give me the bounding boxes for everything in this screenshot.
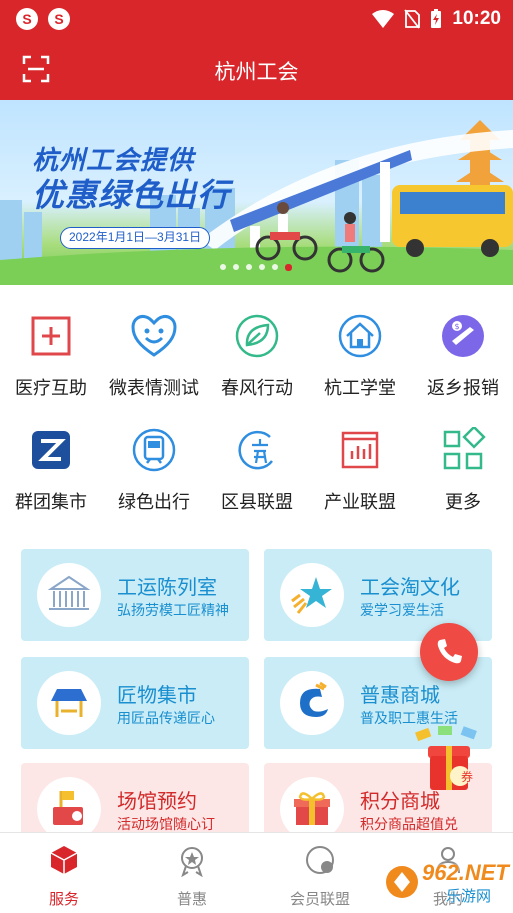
card-subtitle: 爱学习爱生活: [360, 602, 444, 618]
service-label: 产业联盟: [324, 492, 396, 512]
app-notification-icon: S: [16, 8, 38, 30]
tab-benefits[interactable]: 普惠: [128, 833, 256, 913]
service-micro-expression[interactable]: 微表情测试: [103, 305, 205, 405]
tab-label: 服务: [48, 891, 79, 908]
card-subtitle: 普及职工惠生活: [360, 710, 458, 726]
watermark-sub: 乐游网: [446, 888, 492, 905]
card-title: 场馆预约: [117, 791, 197, 813]
banner-page-dot[interactable]: [246, 264, 252, 270]
service-green-travel[interactable]: 绿色出行: [103, 419, 205, 519]
card-title: 普惠商城: [360, 685, 440, 707]
app-notification-icon: S: [48, 8, 70, 30]
school-house-icon: [338, 314, 382, 358]
card-exhibition-hall[interactable]: 工运陈列室 弘扬劳模工匠精神: [21, 549, 249, 641]
tab-member-alliance[interactable]: 会员联盟: [256, 833, 384, 913]
card-subtitle: 活动场馆随心订: [117, 816, 215, 832]
district-alliance-icon: [238, 430, 273, 470]
card-title: 匠物集市: [117, 685, 197, 707]
service-spring-breeze[interactable]: 春风行动: [206, 305, 308, 405]
notification-icons: S S: [16, 8, 70, 30]
service-label: 更多: [445, 492, 481, 512]
clock: 10:20: [452, 8, 501, 29]
leaf-icon: [235, 314, 279, 358]
phone-icon: [437, 639, 462, 664]
card-craft-market[interactable]: 匠物集市 用匠品传递匠心: [21, 657, 249, 749]
service-label: 杭工学堂: [324, 378, 396, 398]
banner-title-line2: 优惠绿色出行: [32, 177, 231, 213]
medical-cross-icon: [31, 316, 71, 356]
service-cube-icon: [50, 846, 78, 874]
promo-banner[interactable]: 杭州工会提供 优惠绿色出行 2022年1月1日—3月31日: [0, 100, 513, 285]
industry-chart-icon: [341, 431, 379, 469]
watermark-brand: 962.NET: [422, 860, 509, 885]
call-button[interactable]: [420, 623, 478, 681]
grid-more-icon: [443, 425, 486, 470]
service-medical-aid[interactable]: 医疗互助: [0, 305, 102, 405]
banner-page-dot[interactable]: [285, 264, 292, 271]
banner-page-dot[interactable]: [220, 264, 226, 270]
mall-logo-icon: [300, 681, 328, 717]
no-sim-icon: [404, 9, 421, 29]
wifi-icon: [372, 10, 395, 28]
banner-page-dot[interactable]: [259, 264, 265, 270]
card-icon-circle: [280, 671, 344, 735]
service-label: 返乡报销: [427, 378, 499, 398]
craft-market-icon: [51, 689, 87, 717]
service-label: 绿色出行: [118, 492, 190, 512]
service-label: 群团集市: [15, 492, 87, 512]
service-label: 春风行动: [221, 378, 293, 398]
tab-label: 普惠: [176, 891, 207, 908]
app-header: 杭州工会: [0, 40, 513, 100]
market-logo-icon: [32, 431, 70, 469]
travel-reimburse-icon: $: [442, 315, 484, 357]
service-hangzhou-school[interactable]: 杭工学堂: [309, 305, 411, 405]
site-watermark: 962.NET 乐游网: [384, 858, 512, 906]
service-industry-alliance[interactable]: 产业联盟: [309, 419, 411, 519]
tab-service[interactable]: 服务: [0, 833, 128, 913]
service-label: 微表情测试: [109, 378, 199, 398]
banner-date-range: 2022年1月1日—3月31日: [60, 227, 211, 249]
service-travel-reimburse[interactable]: $ 返乡报销: [412, 305, 513, 405]
coupon-label: 券: [461, 770, 474, 784]
coupon-gift-button[interactable]: 券: [408, 726, 488, 798]
service-more[interactable]: 更多: [412, 419, 513, 519]
metro-train-icon: [132, 428, 176, 472]
svg-text:$: $: [454, 322, 459, 331]
card-icon-circle: [37, 563, 101, 627]
card-subtitle: 弘扬劳模工匠精神: [117, 602, 229, 618]
battery-charging-icon: [431, 9, 442, 28]
status-bar: S S 10:20: [0, 0, 513, 40]
service-district-alliance[interactable]: 区县联盟: [206, 419, 308, 519]
service-label: 区县联盟: [221, 492, 293, 512]
coupon-gift-icon: [415, 726, 477, 790]
star-culture-icon: [291, 577, 332, 614]
card-title: 工会淘文化: [360, 577, 460, 599]
service-label: 医疗互助: [15, 378, 87, 398]
banner-pagination: [220, 264, 292, 271]
smile-heart-icon: [131, 315, 177, 357]
page-title: 杭州工会: [214, 61, 299, 84]
card-icon-circle: [280, 563, 344, 627]
card-subtitle: 积分商品超值兑: [360, 816, 458, 832]
card-icon-circle: [37, 671, 101, 735]
tab-label: 会员联盟: [289, 891, 350, 908]
member-alliance-icon: [306, 846, 334, 874]
card-title: 工运陈列室: [117, 577, 217, 599]
banner-page-dot[interactable]: [272, 264, 278, 270]
medal-icon: [181, 847, 203, 878]
exhibition-hall-icon: [47, 575, 91, 610]
service-group-market[interactable]: 群团集市: [0, 419, 102, 519]
banner-page-dot[interactable]: [233, 264, 239, 270]
card-subtitle: 用匠品传递匠心: [117, 710, 215, 726]
